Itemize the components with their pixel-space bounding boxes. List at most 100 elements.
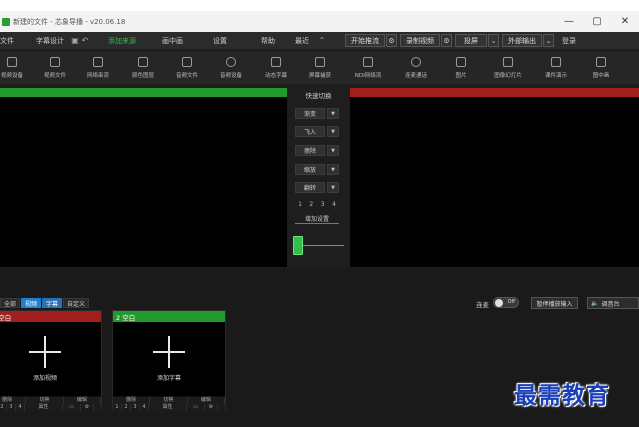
toggle-state-label: Off	[507, 299, 515, 305]
gear-icon[interactable]: ⚙	[81, 404, 94, 411]
tab-all[interactable]: 全部	[0, 298, 21, 308]
card-slots: 1 2 3 4 属性 ▭ ⚙	[0, 404, 101, 411]
add-setting-button[interactable]: 增加设置	[295, 214, 339, 224]
continuous-toggle[interactable]: Off	[493, 297, 519, 308]
tool-picture-in-picture[interactable]: 图中画	[581, 55, 621, 83]
tab-video[interactable]: 视频	[21, 298, 42, 308]
mixer-button[interactable]: 🔈 调音台	[587, 297, 639, 309]
pause-input-button[interactable]: 暂停播放输入	[531, 297, 578, 309]
slot-2[interactable]: 2	[122, 404, 131, 411]
menu-subtitle-design[interactable]: 字幕设计	[30, 36, 70, 46]
image-icon	[456, 57, 466, 67]
menu-bar: 文件 字幕设计 ▣ ↶ 添加来源 画中画 设置 帮助 最近 ⌃ 开始推流 ⚙ 录…	[0, 32, 639, 49]
transition-fly-button[interactable]: 飞入	[295, 126, 325, 137]
card-thumbnail[interactable]: 添加字幕	[113, 322, 225, 396]
slot-1[interactable]: 1	[113, 404, 122, 411]
delete-button[interactable]: 删除	[0, 397, 27, 404]
tool-screen-capture[interactable]: 屏幕捕获	[300, 55, 340, 83]
properties-button[interactable]: 属性	[25, 404, 63, 411]
edit-button[interactable]: 编辑	[63, 397, 101, 404]
chevron-up-icon[interactable]: ⌃	[317, 36, 327, 46]
tbar-handle[interactable]	[293, 236, 303, 255]
chevron-down-icon[interactable]: ▼	[327, 145, 339, 156]
edit-button[interactable]: 编辑	[187, 397, 225, 404]
transition-wipe-button[interactable]: 擦除	[295, 145, 325, 156]
tab-subtitle[interactable]: 字幕	[42, 298, 63, 308]
stream-settings-gear-icon[interactable]: ⚙	[386, 34, 397, 47]
plus-icon[interactable]	[153, 336, 185, 368]
tool-courseware[interactable]: 课件演示	[536, 55, 576, 83]
tool-audio-file[interactable]: 音频文件	[167, 55, 207, 83]
tool-ndi-stream[interactable]: NDI网络流	[348, 55, 388, 83]
source-toolbar: 视频设备 视频文件 网络串流 颜色图层 音频文件 音频设备 动态字幕 屏幕捕获 …	[0, 52, 639, 84]
program-screen[interactable]	[350, 97, 639, 267]
slot-2[interactable]: 2	[0, 404, 7, 411]
projection-button[interactable]: 投屏	[455, 34, 487, 47]
chevron-down-icon[interactable]: ▼	[327, 164, 339, 175]
login-button[interactable]: 登录	[556, 36, 582, 46]
slot-2[interactable]: 2	[306, 201, 316, 210]
delete-button[interactable]: 删除	[113, 397, 151, 404]
card-add-label: 添加字幕	[156, 375, 181, 382]
chevron-down-icon[interactable]: ▼	[327, 182, 339, 193]
slot-4[interactable]: 4	[140, 404, 149, 411]
external-output-button[interactable]: 外部输出	[502, 34, 542, 47]
tool-network-stream[interactable]: 网络串流	[78, 55, 118, 83]
record-settings-gear-icon[interactable]: ⚙	[441, 34, 452, 47]
pip-icon	[596, 57, 606, 67]
menu-pip[interactable]: 画中画	[156, 36, 189, 46]
microphone-icon	[226, 57, 236, 67]
slot-3[interactable]: 3	[318, 201, 328, 210]
slot-1[interactable]: 1	[295, 201, 305, 210]
chevron-down-icon[interactable]: ▼	[327, 108, 339, 119]
switch-button[interactable]: 切换	[150, 397, 188, 404]
transition-flip-button[interactable]: 翻转	[295, 182, 325, 193]
source-card-1[interactable]: 1 空白 添加视频 删除 切换 编辑 1 2 3 4 属性 ▭ ⚙	[0, 310, 102, 411]
watermark-logo: 最需教育	[514, 382, 610, 409]
record-button[interactable]: 录制视频	[400, 34, 440, 47]
switch-button[interactable]: 切换	[26, 397, 64, 404]
slideshow-icon	[503, 57, 513, 67]
text-icon	[271, 57, 281, 67]
menu-settings[interactable]: 设置	[207, 36, 233, 46]
slot-3[interactable]: 3	[131, 404, 140, 411]
properties-button[interactable]: 属性	[149, 404, 187, 411]
monitor-icon	[315, 57, 325, 67]
maximize-icon[interactable]: ▢	[583, 11, 611, 32]
mixer-label: 调音台	[601, 300, 620, 308]
start-stream-button[interactable]: 开始推流	[345, 34, 385, 47]
tool-color-layer[interactable]: 颜色图层	[123, 55, 163, 83]
projection-chevron-icon[interactable]: ⌄	[488, 34, 499, 47]
tool-slideshow[interactable]: 图像幻灯片	[488, 55, 528, 83]
external-output-chevron-icon[interactable]: ⌄	[543, 34, 554, 47]
tool-video-file[interactable]: 视频文件	[35, 55, 75, 83]
monitor-icon[interactable]: ▭	[63, 404, 81, 411]
tool-audio-device[interactable]: 音频设备	[211, 55, 251, 83]
close-icon[interactable]: ✕	[611, 11, 639, 32]
tab-custom[interactable]: 自定义	[63, 298, 90, 308]
menu-add-source[interactable]: 添加来源	[102, 36, 142, 46]
minimize-icon[interactable]: —	[555, 11, 583, 32]
menu-help[interactable]: 帮助	[255, 36, 281, 46]
monitor-icon[interactable]: ▭	[187, 404, 205, 411]
slot-3[interactable]: 3	[7, 404, 16, 411]
card-thumbnail[interactable]: 添加视频	[0, 322, 101, 396]
source-card-2[interactable]: 2 空白 添加字幕 删除 切换 编辑 1 2 3 4 属性 ▭ ⚙	[112, 310, 226, 411]
slot-4[interactable]: 4	[329, 201, 339, 210]
tool-mic-call[interactable]: 连麦通话	[396, 55, 436, 83]
preview-screen[interactable]	[0, 97, 287, 267]
chevron-down-icon[interactable]: ▼	[327, 126, 339, 137]
menu-recent[interactable]: 最近	[289, 36, 315, 46]
tool-dynamic-subtitle[interactable]: 动态字幕	[256, 55, 296, 83]
undo-icon[interactable]: ↶	[80, 36, 90, 46]
tool-video-device[interactable]: 视频设备	[0, 55, 32, 83]
transition-zoom-button[interactable]: 缩放	[295, 164, 325, 175]
transition-fade-button[interactable]: 渐变	[295, 108, 325, 119]
menu-file[interactable]: 文件	[0, 36, 20, 46]
slot-4[interactable]: 4	[16, 404, 25, 411]
gear-icon[interactable]: ⚙	[205, 404, 218, 411]
save-icon[interactable]: ▣	[70, 36, 80, 46]
ndi-icon	[363, 57, 373, 67]
tool-image[interactable]: 图片	[441, 55, 481, 83]
plus-icon[interactable]	[29, 336, 61, 368]
